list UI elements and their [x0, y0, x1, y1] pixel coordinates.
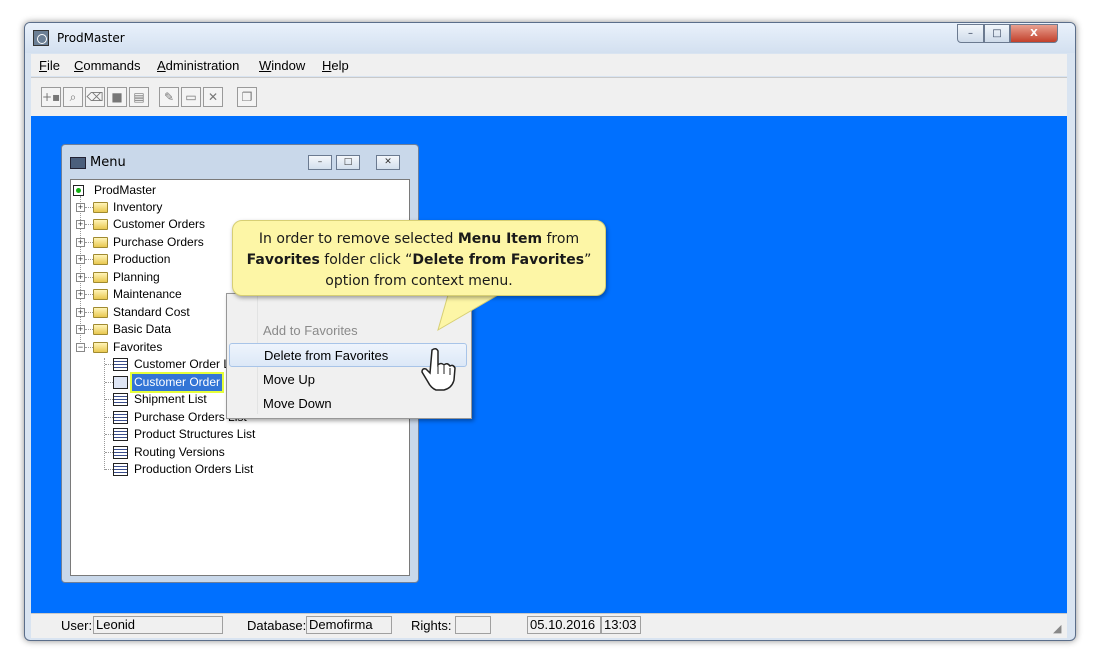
table-icon [113, 393, 128, 406]
expand-icon[interactable]: + [76, 325, 85, 334]
close-button[interactable]: X [1010, 24, 1058, 43]
table-icon [113, 411, 128, 424]
favorite-item[interactable]: Production Orders List [105, 461, 305, 478]
folder-icon [93, 289, 108, 300]
toolbar: +▪ ⌕ ⌫ ■ ▤ ✎ ▭ ✕ ❐ [31, 77, 1067, 116]
status-bar: User: Leonid Database: Demofirma Rights:… [31, 613, 1067, 638]
date-field: 05.10.2016 [527, 616, 601, 634]
expand-icon[interactable]: + [76, 308, 85, 317]
table-icon [113, 428, 128, 441]
menu-help[interactable]: Help [322, 58, 349, 73]
menu-minimize-button[interactable]: – [308, 155, 332, 170]
favorite-item[interactable]: Product Structures List [105, 426, 305, 443]
expand-icon[interactable]: + [76, 255, 85, 264]
tree-folder-inventory[interactable]: + Inventory [76, 199, 276, 216]
folder-icon [93, 272, 108, 283]
menu-close-button[interactable]: ✕ [376, 155, 400, 170]
folder-icon [93, 202, 108, 213]
minimize-button[interactable]: – [957, 24, 984, 43]
stop-icon[interactable]: ■ [107, 87, 127, 107]
add-record-icon[interactable]: +▪ [41, 87, 61, 107]
callout-line-2: Favorites folder click “Delete from Favo… [246, 252, 592, 268]
menu-maximize-button[interactable]: □ [336, 155, 360, 170]
folder-icon[interactable]: ▭ [181, 87, 201, 107]
expand-icon[interactable]: + [76, 220, 85, 229]
open-folder-icon [93, 342, 108, 353]
resize-grip-icon[interactable]: ◢ [1053, 622, 1061, 635]
binoculars-icon[interactable]: ⌕ [63, 87, 83, 107]
menu-administration[interactable]: Administration [157, 58, 239, 73]
eraser-icon[interactable]: ⌫ [85, 87, 105, 107]
root-icon [73, 185, 84, 196]
folder-icon [93, 307, 108, 318]
user-label: User: [61, 618, 93, 633]
menu-commands[interactable]: Commands [74, 58, 140, 73]
expand-icon[interactable]: + [76, 290, 85, 299]
callout-line-3: option from context menu. [325, 273, 513, 289]
folder-icon [93, 324, 108, 335]
folder-icon [93, 254, 108, 265]
menu-window[interactable]: Window [259, 58, 305, 73]
menu-window-title: Menu [90, 155, 126, 170]
rights-field [455, 616, 491, 634]
table-icon [113, 463, 128, 476]
instruction-callout: In order to remove selected Menu Item fr… [232, 220, 606, 296]
rights-label: Rights: [411, 618, 452, 633]
maximize-button[interactable]: □ [984, 24, 1010, 43]
database-label: Database: [247, 618, 307, 633]
menu-file[interactable]: File [39, 58, 60, 73]
database-field: Demofirma [306, 616, 392, 634]
menu-window-icon [70, 157, 86, 169]
app-icon [33, 30, 49, 46]
time-field: 13:03 [601, 616, 641, 634]
hand-cursor-icon [421, 347, 456, 391]
collapse-icon[interactable]: − [76, 343, 85, 352]
title-bar[interactable]: ProdMaster – □ X [25, 23, 1075, 53]
menu-bar: File Commands Administration Window Help [31, 54, 1067, 76]
favorite-item[interactable]: Routing Versions [105, 444, 305, 461]
folder-icon [93, 219, 108, 230]
folder-icon [93, 237, 108, 248]
menu-move-down[interactable]: Move Down [229, 392, 467, 416]
expand-icon[interactable]: + [76, 203, 85, 212]
document-icon[interactable]: ▤ [129, 87, 149, 107]
mdi-desktop: Menu – □ ✕ ProdMaster + Inventory + Cust… [31, 116, 1067, 613]
new-folder-icon[interactable]: ✎ [159, 87, 179, 107]
window-icon[interactable]: ❐ [237, 87, 257, 107]
expand-icon[interactable]: + [76, 273, 85, 282]
main-window: ProdMaster – □ X File Commands Administr… [24, 22, 1076, 641]
window-title: ProdMaster [57, 31, 125, 45]
callout-line-1: In order to remove selected Menu Item fr… [258, 231, 580, 247]
expand-icon[interactable]: + [76, 238, 85, 247]
table-icon [113, 446, 128, 459]
delete-icon[interactable]: ✕ [203, 87, 223, 107]
form-icon [113, 376, 128, 389]
user-field: Leonid [93, 616, 223, 634]
table-icon [113, 358, 128, 371]
